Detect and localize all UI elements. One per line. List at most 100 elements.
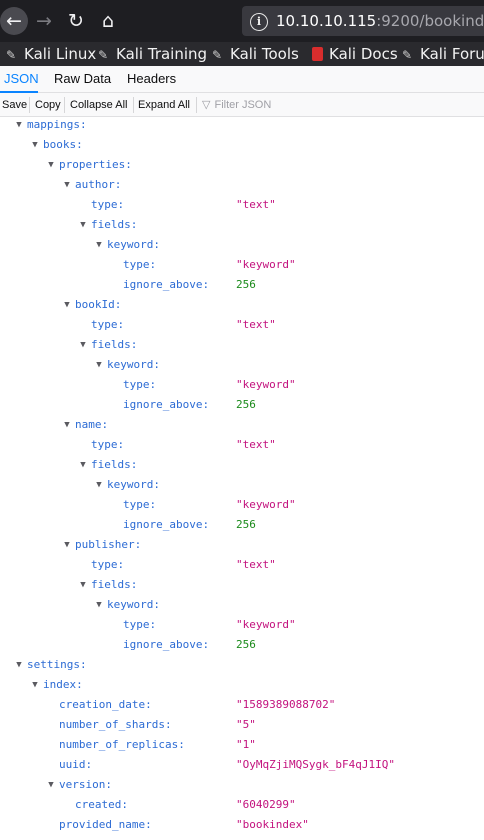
tree-row[interactable]: ▼ bookId: [0,295,484,315]
tree-row: uuid: "OyMqZjiMQSygk_bF4qJ1IQ" [0,755,484,775]
expand-all-button[interactable]: Expand All [136,95,192,115]
tree-row[interactable]: ▼ settings: [0,655,484,675]
tree-key: type: [123,618,157,631]
toolbar-divider [196,97,197,113]
tree-key: created: [75,798,128,811]
bookmark-kali-training[interactable]: ✎ Kali Training [98,42,207,66]
collapse-all-button[interactable]: Collapse All [68,95,129,115]
tree-row: type: "text" [0,555,484,575]
tree-key: number_of_shards: [59,718,172,731]
tree-value: "keyword" [236,258,296,271]
bookmark-label: Kali Training [116,45,208,63]
expand-toggle-icon[interactable]: ▼ [30,675,40,695]
expand-toggle-icon[interactable]: ▼ [94,235,104,255]
tab-headers[interactable]: Headers [127,66,176,93]
browser-navbar: ← → ↻ ⌂ i 10.10.10.115:9200/bookindex [0,0,484,42]
toolbar-divider [29,97,30,113]
tree-value: 256 [236,638,256,651]
expand-toggle-icon[interactable]: ▼ [78,575,88,595]
kali-dragon-icon: ✎ [402,48,413,62]
viewer-tabs: JSON Raw Data Headers [0,66,484,93]
tab-raw-data[interactable]: Raw Data [54,66,111,93]
bookmark-label: Kali Forums [420,45,484,63]
url-bar[interactable]: i 10.10.10.115:9200/bookindex [242,6,484,36]
save-button[interactable]: Save [0,95,29,115]
filter-json-input[interactable]: ▽ Filter JSON [202,95,472,115]
bookmark-kali-tools[interactable]: ✎ Kali Tools [212,42,299,66]
expand-toggle-icon[interactable]: ▼ [62,295,72,315]
expand-toggle-icon[interactable]: ▼ [62,535,72,555]
tree-key: type: [91,438,125,451]
tree-row: type: "text" [0,195,484,215]
tree-value: 256 [236,278,256,291]
tree-key: type: [123,378,157,391]
expand-toggle-icon[interactable]: ▼ [78,335,88,355]
tree-value: "text" [236,438,276,451]
tab-json[interactable]: JSON [0,66,39,93]
url-host: 10.10.10.115 [276,12,377,30]
bookmark-kali-linux[interactable]: ✎ Kali Linux [6,42,96,66]
site-info-icon[interactable]: i [250,12,268,31]
expand-toggle-icon[interactable]: ▼ [94,595,104,615]
expand-toggle-icon[interactable]: ▼ [94,355,104,375]
tree-row[interactable]: ▼ author: [0,175,484,195]
tree-row[interactable]: ▼ version: [0,775,484,795]
tree-row[interactable]: ▼ fields: [0,215,484,235]
tree-row[interactable]: ▼ properties: [0,155,484,175]
expand-toggle-icon[interactable]: ▼ [14,655,24,675]
tree-row[interactable]: ▼ index: [0,675,484,695]
tree-row[interactable]: ▼ fields: [0,455,484,475]
expand-toggle-icon[interactable]: ▼ [46,155,56,175]
tree-row: number_of_replicas: "1" [0,735,484,755]
tree-row[interactable]: ▼ fields: [0,575,484,595]
tree-row: type: "keyword" [0,375,484,395]
back-arrow-icon[interactable]: ← [0,7,28,35]
tree-row[interactable]: ▼ books: [0,135,484,155]
tree-value: "text" [236,198,276,211]
tree-value: "text" [236,558,276,571]
tree-key: bookId: [75,298,122,311]
tree-row[interactable]: ▼ publisher: [0,535,484,555]
tree-key: keyword: [107,358,160,371]
tree-row: creation_date: "1589389088702" [0,695,484,715]
expand-toggle-icon[interactable]: ▼ [30,135,40,155]
bookmark-kali-docs[interactable]: Kali Docs [312,42,398,66]
tree-value: 256 [236,398,256,411]
copy-button[interactable]: Copy [33,95,63,115]
tree-key: fields: [91,338,138,351]
tree-key: mappings: [27,118,87,131]
tree-key: version: [59,778,112,791]
home-icon[interactable]: ⌂ [94,7,122,35]
tree-row[interactable]: ▼ keyword: [0,355,484,375]
tree-row: type: "text" [0,315,484,335]
kali-dragon-icon: ✎ [6,48,17,62]
tree-key: ignore_above: [123,638,210,651]
expand-toggle-icon[interactable]: ▼ [78,215,88,235]
tree-row: number_of_shards: "5" [0,715,484,735]
expand-toggle-icon[interactable]: ▼ [78,455,88,475]
tree-key: type: [123,498,157,511]
tree-row: created: "6040299" [0,795,484,815]
tree-row[interactable]: ▼ keyword: [0,595,484,615]
tree-row[interactable]: ▼ fields: [0,335,484,355]
expand-toggle-icon[interactable]: ▼ [62,175,72,195]
url-path: :9200/bookindex [376,12,484,30]
bookmark-kali-forums[interactable]: ✎ Kali Forums [402,42,484,66]
expand-toggle-icon[interactable]: ▼ [62,415,72,435]
viewer-toolbar: Save Copy Collapse All Expand All ▽ Filte… [0,93,484,117]
tree-row: type: "keyword" [0,495,484,515]
tree-value: "keyword" [236,378,296,391]
tree-row[interactable]: ▼ keyword: [0,235,484,255]
tree-key: books: [43,138,83,151]
expand-toggle-icon[interactable]: ▼ [46,775,56,795]
toolbar-divider [133,97,134,113]
expand-toggle-icon[interactable]: ▼ [14,117,24,135]
forward-arrow-icon[interactable]: → [30,7,58,35]
tree-row[interactable]: ▼ mappings: [0,117,484,135]
tree-row[interactable]: ▼ name: [0,415,484,435]
tree-key: fields: [91,218,138,231]
expand-toggle-icon[interactable]: ▼ [94,475,104,495]
reload-icon[interactable]: ↻ [62,7,90,35]
toolbar-divider [64,97,65,113]
tree-row[interactable]: ▼ keyword: [0,475,484,495]
